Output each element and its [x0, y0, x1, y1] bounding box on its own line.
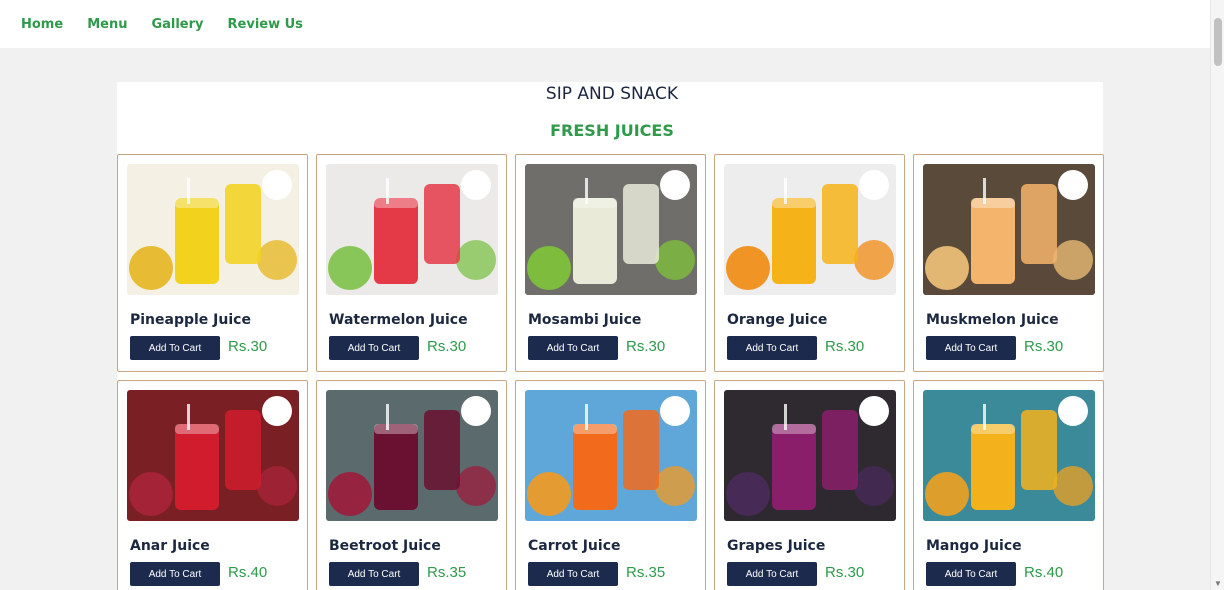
favorite-circle-icon[interactable] [660, 170, 690, 200]
product-card: Grapes Juice Add To Cart Rs.30 [714, 380, 905, 590]
nav-menu[interactable]: Menu [87, 17, 127, 32]
nav-gallery[interactable]: Gallery [151, 17, 203, 32]
add-to-cart-button[interactable]: Add To Cart [528, 336, 618, 360]
product-name: Mosambi Juice [528, 312, 642, 328]
product-name: Beetroot Juice [329, 538, 441, 554]
add-to-cart-button[interactable]: Add To Cart [329, 562, 419, 586]
product-price: Rs.30 [825, 564, 865, 581]
product-card: Pineapple Juice Add To Cart Rs.30 [117, 154, 308, 372]
product-name: Watermelon Juice [329, 312, 468, 328]
favorite-circle-icon[interactable] [1058, 396, 1088, 426]
add-to-cart-button[interactable]: Add To Cart [329, 336, 419, 360]
add-to-cart-button[interactable]: Add To Cart [130, 336, 220, 360]
product-card: Beetroot Juice Add To Cart Rs.35 [316, 380, 507, 590]
product-name: Mango Juice [926, 538, 1022, 554]
nav-home[interactable]: Home [21, 17, 63, 32]
favorite-circle-icon[interactable] [262, 396, 292, 426]
add-to-cart-button[interactable]: Add To Cart [926, 336, 1016, 360]
product-price: Rs.30 [427, 338, 467, 355]
product-name: Anar Juice [130, 538, 210, 554]
product-price: Rs.30 [1024, 338, 1064, 355]
product-card: Mango Juice Add To Cart Rs.40 [913, 380, 1104, 590]
product-price: Rs.40 [1024, 564, 1064, 581]
product-card: Watermelon Juice Add To Cart Rs.30 [316, 154, 507, 372]
favorite-circle-icon[interactable] [461, 396, 491, 426]
nav-review-us[interactable]: Review Us [228, 17, 303, 32]
favorite-circle-icon[interactable] [859, 170, 889, 200]
product-card: Carrot Juice Add To Cart Rs.35 [515, 380, 706, 590]
add-to-cart-button[interactable]: Add To Cart [130, 562, 220, 586]
product-name: Orange Juice [727, 312, 828, 328]
add-to-cart-button[interactable]: Add To Cart [926, 562, 1016, 586]
product-card: Anar Juice Add To Cart Rs.40 [117, 380, 308, 590]
top-nav: Home Menu Gallery Review Us [0, 0, 1210, 48]
product-card: Mosambi Juice Add To Cart Rs.30 [515, 154, 706, 372]
product-price: Rs.35 [626, 564, 666, 581]
brand-title: SIP AND SNACK [545, 84, 679, 104]
product-price: Rs.35 [427, 564, 467, 581]
scrollbar-thumb[interactable] [1214, 18, 1222, 66]
product-price: Rs.40 [228, 564, 268, 581]
product-price: Rs.30 [825, 338, 865, 355]
favorite-circle-icon[interactable] [461, 170, 491, 200]
product-card: Muskmelon Juice Add To Cart Rs.30 [913, 154, 1104, 372]
favorite-circle-icon[interactable] [660, 396, 690, 426]
product-card: Orange Juice Add To Cart Rs.30 [714, 154, 905, 372]
section-title: FRESH JUICES [550, 121, 674, 140]
favorite-circle-icon[interactable] [262, 170, 292, 200]
product-price: Rs.30 [626, 338, 666, 355]
product-name: Muskmelon Juice [926, 312, 1059, 328]
product-name: Carrot Juice [528, 538, 621, 554]
product-grid: Pineapple Juice Add To Cart Rs.30 Watermelo… [117, 154, 1105, 590]
page-scrollbar[interactable]: ▼ [1210, 0, 1224, 590]
add-to-cart-button[interactable]: Add To Cart [528, 562, 618, 586]
add-to-cart-button[interactable]: Add To Cart [727, 336, 817, 360]
product-name: Pineapple Juice [130, 312, 251, 328]
add-to-cart-button[interactable]: Add To Cart [727, 562, 817, 586]
product-name: Grapes Juice [727, 538, 826, 554]
product-price: Rs.30 [228, 338, 268, 355]
scroll-down-arrow-icon[interactable]: ▼ [1211, 578, 1224, 590]
favorite-circle-icon[interactable] [859, 396, 889, 426]
favorite-circle-icon[interactable] [1058, 170, 1088, 200]
